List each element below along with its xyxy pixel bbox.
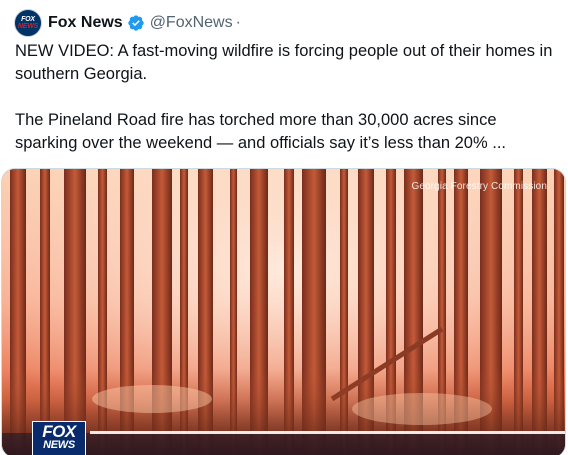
logo-text-fox: FOX xyxy=(42,422,76,441)
verified-badge-icon xyxy=(128,15,144,31)
user-handle[interactable]: @FoxNews xyxy=(150,14,233,32)
tweet-header: FOX NEWS Fox News @FoxNews · xyxy=(14,8,241,38)
avatar-text-fox: FOX xyxy=(21,16,35,23)
fox-news-avatar[interactable]: FOX NEWS xyxy=(14,9,42,37)
header-separator: · xyxy=(235,14,241,31)
logo-text-news: NEWS xyxy=(43,439,75,451)
display-name[interactable]: Fox News xyxy=(48,14,123,32)
chyron-stripe xyxy=(90,431,565,434)
chyron-bar xyxy=(2,433,565,455)
avatar-text-news: NEWS xyxy=(17,23,39,30)
tweet-text: NEW VIDEO: A fast-moving wildfire is for… xyxy=(15,40,555,155)
tweet-paragraph-2[interactable]: The Pineland Road fire has torched more … xyxy=(15,109,555,155)
fox-news-logo: FOX NEWS xyxy=(32,421,86,455)
video-media[interactable]: Georgia Forestry Commission FOX NEWS xyxy=(1,168,566,455)
video-credit: Georgia Forestry Commission xyxy=(411,181,547,192)
wildfire-forest-image xyxy=(2,169,565,455)
tweet-paragraph-1: NEW VIDEO: A fast-moving wildfire is for… xyxy=(15,42,553,83)
